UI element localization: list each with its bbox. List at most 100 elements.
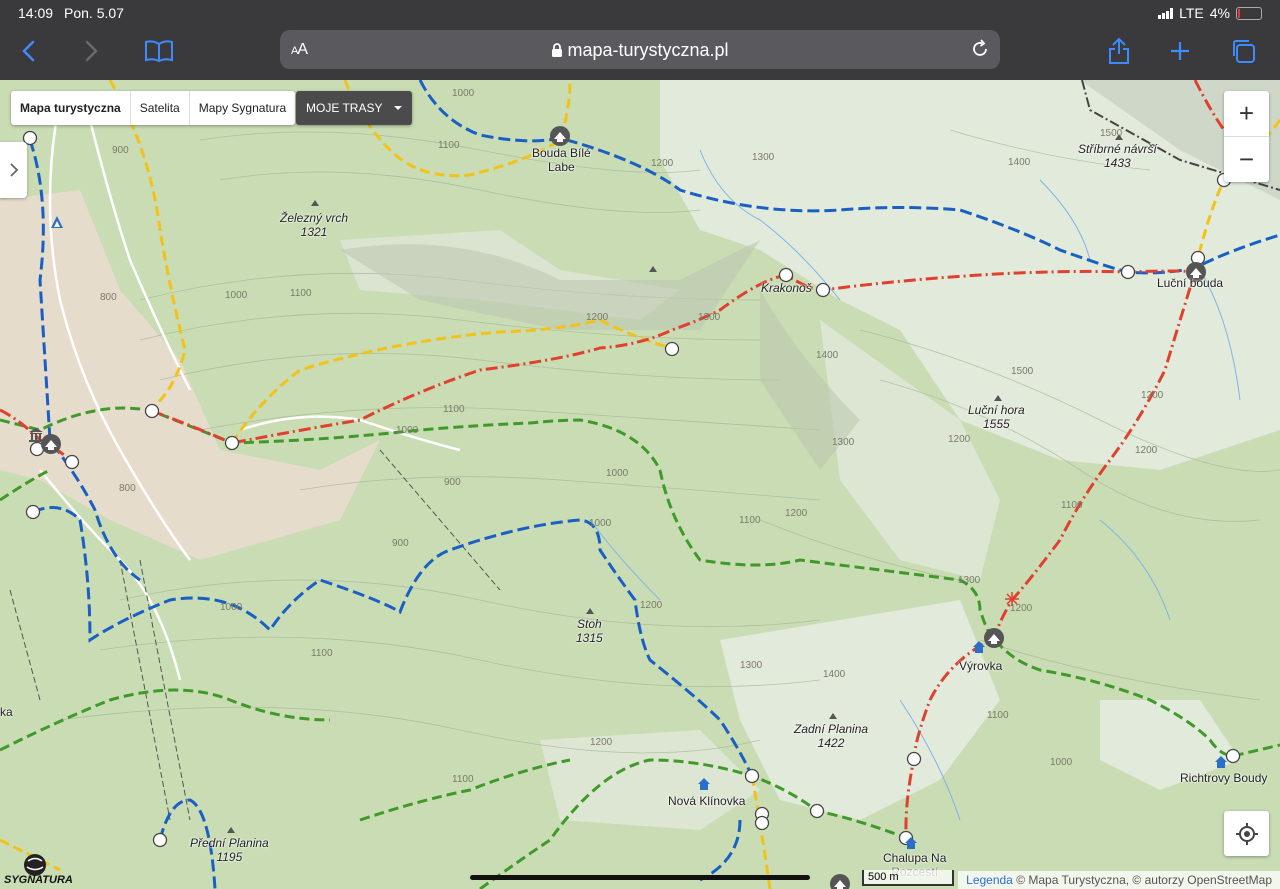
- back-button[interactable]: [12, 34, 46, 68]
- place-label: Luční bouda: [1157, 276, 1224, 290]
- peak-zelezny-vrch[interactable]: Železný vrch 1321: [280, 211, 348, 239]
- tabs-button[interactable]: [1226, 34, 1260, 68]
- caret-down-icon: [393, 106, 402, 110]
- contour-elevation-label: 1400: [816, 350, 839, 361]
- share-icon: [1109, 37, 1129, 64]
- sidebar-toggle-button[interactable]: [0, 142, 27, 198]
- peak-predni-planina[interactable]: Přední Planina 1195: [190, 836, 269, 864]
- contour-elevation-label: 1000: [220, 602, 243, 613]
- place-label: ka: [0, 705, 13, 719]
- status-indicators: LTE 4%: [1158, 5, 1262, 21]
- contour-elevation-label: 1000: [589, 518, 612, 529]
- contour-elevation-label: 1000: [225, 290, 248, 301]
- locate-button[interactable]: [1224, 811, 1269, 856]
- scale-bar: 500 m: [862, 870, 954, 886]
- contour-elevation-label: 1100: [452, 774, 474, 785]
- url-text: mapa-turystyczna.pl: [280, 40, 1000, 61]
- sygnatura-logo: SYGNATURA: [2, 852, 73, 888]
- layer-sygnatura[interactable]: Mapy Sygnatura: [190, 91, 295, 125]
- shelter-icon[interactable]: [904, 836, 918, 850]
- contour-elevation-label: 800: [100, 292, 117, 303]
- contour-elevation-label: 1100: [311, 648, 333, 659]
- place-richtrovy-boudy[interactable]: Richtrovy Boudy: [1180, 771, 1267, 785]
- bookmarks-button[interactable]: [142, 34, 176, 68]
- place-vyrovka[interactable]: Výrovka: [959, 659, 1002, 673]
- contour-elevation-label: 1100: [1061, 500, 1083, 511]
- zoom-in-button[interactable]: +: [1224, 91, 1269, 137]
- place-label: Nová Klínovka: [668, 794, 746, 808]
- network-label: LTE: [1179, 5, 1204, 21]
- place-edge-label: ka: [0, 705, 13, 719]
- tabs-icon: [1233, 40, 1255, 63]
- chevron-right-icon: [9, 163, 18, 177]
- contour-elevation-label: 1100: [438, 140, 460, 151]
- contour-elevation-label: 1100: [290, 288, 312, 299]
- peak-stribrne-navrsi[interactable]: Stříbrné návrší 1433: [1078, 142, 1157, 170]
- contour-elevation-label: 1200: [785, 508, 808, 519]
- contour-elevation-label: 1300: [698, 312, 721, 323]
- place-krakonos[interactable]: Krakonoš: [761, 281, 812, 295]
- place-label: Krakonoš: [761, 281, 812, 295]
- forward-button[interactable]: [74, 34, 108, 68]
- map-canvas[interactable]: Bouda Bílé Labe Železný vrch 1321 Krakono…: [0, 80, 1280, 889]
- scale-label: 500 m: [868, 871, 899, 883]
- contour-elevation-label: 900: [112, 145, 129, 156]
- contour-elevation-label: 1200: [651, 158, 674, 169]
- contour-elevation-label: 1300: [832, 437, 855, 448]
- contour-elevation-label: 1500: [1011, 366, 1034, 377]
- contour-elevation-label: 1200: [948, 434, 971, 445]
- new-tab-button[interactable]: [1163, 34, 1197, 68]
- contour-elevation-label: 1400: [1008, 157, 1031, 168]
- contour-elevation-label: 900: [392, 538, 409, 549]
- contour-elevation-label: 1100: [443, 404, 465, 415]
- reload-icon[interactable]: [970, 39, 990, 59]
- status-date: Pon. 5.07: [64, 5, 124, 21]
- campsite-icon[interactable]: [50, 215, 64, 229]
- layer-switcher: Mapa turystyczna Satelita Mapy Sygnatura: [11, 91, 296, 125]
- peak-elevation: 1195: [216, 850, 243, 864]
- layer-satellite[interactable]: Satelita: [131, 91, 190, 125]
- zoom-out-button[interactable]: −: [1224, 137, 1269, 182]
- contour-elevation-label: 1400: [823, 669, 846, 680]
- battery-icon: [1236, 6, 1262, 20]
- museum-icon[interactable]: [28, 427, 44, 443]
- shelter-icon[interactable]: [1214, 755, 1228, 769]
- url-label: mapa-turystyczna.pl: [567, 40, 729, 60]
- address-bar[interactable]: AA mapa-turystyczna.pl: [280, 30, 1000, 69]
- contour-elevation-label: 1200: [586, 312, 609, 323]
- contour-elevation-label: 1000: [606, 468, 629, 479]
- peak-lucni-hora[interactable]: Luční hora 1555: [968, 403, 1025, 431]
- place-bouda-bile-labe[interactable]: Bouda Bílé Labe: [532, 146, 591, 174]
- contour-elevation-label: 1200: [640, 600, 663, 611]
- my-routes-label: MOJE TRASY: [306, 101, 383, 115]
- peak-name: Přední Planina: [190, 836, 269, 850]
- mountain-hut-icon[interactable]: [829, 873, 851, 889]
- mountain-hut-icon[interactable]: [983, 627, 1005, 649]
- place-nova-klinovka[interactable]: Nová Klínovka: [668, 794, 745, 808]
- shelter-icon[interactable]: [972, 640, 986, 654]
- peak-zadni-planina[interactable]: Zadní Planina 1422: [794, 722, 868, 750]
- contour-elevation-label: 1000: [1050, 757, 1073, 768]
- map-base-layer: [0, 80, 1280, 889]
- peak-stoh[interactable]: Stoh 1315: [576, 617, 603, 645]
- contour-elevation-label: 1000: [396, 425, 419, 436]
- my-routes-dropdown[interactable]: MOJE TRASY: [296, 91, 412, 125]
- contour-elevation-label: 1300: [752, 152, 775, 163]
- peak-elevation: 1321: [300, 225, 328, 239]
- place-lucni-bouda[interactable]: Luční bouda: [1157, 276, 1223, 290]
- logo-text: SYGNATURA: [4, 874, 73, 886]
- legend-link[interactable]: Legenda: [966, 873, 1013, 887]
- peak-elevation: 1433: [1104, 156, 1131, 170]
- peak-name: Železný vrch: [280, 211, 349, 225]
- share-button[interactable]: [1102, 34, 1136, 68]
- place-label: Výrovka: [959, 659, 1003, 673]
- attribution-text: © Mapa Turystyczna, © autorzy OpenStreet…: [1016, 873, 1272, 887]
- layer-tourist-map[interactable]: Mapa turystyczna: [11, 91, 131, 125]
- peak-elevation: 1422: [817, 736, 845, 750]
- contour-elevation-label: 1200: [590, 737, 613, 748]
- contour-elevation-label: 1500: [1100, 128, 1123, 139]
- shelter-icon[interactable]: [697, 777, 711, 791]
- attribution: Legenda © Mapa Turystyczna, © autorzy Op…: [958, 871, 1280, 889]
- mountain-hut-icon[interactable]: [549, 125, 571, 147]
- lock-icon: [552, 43, 563, 57]
